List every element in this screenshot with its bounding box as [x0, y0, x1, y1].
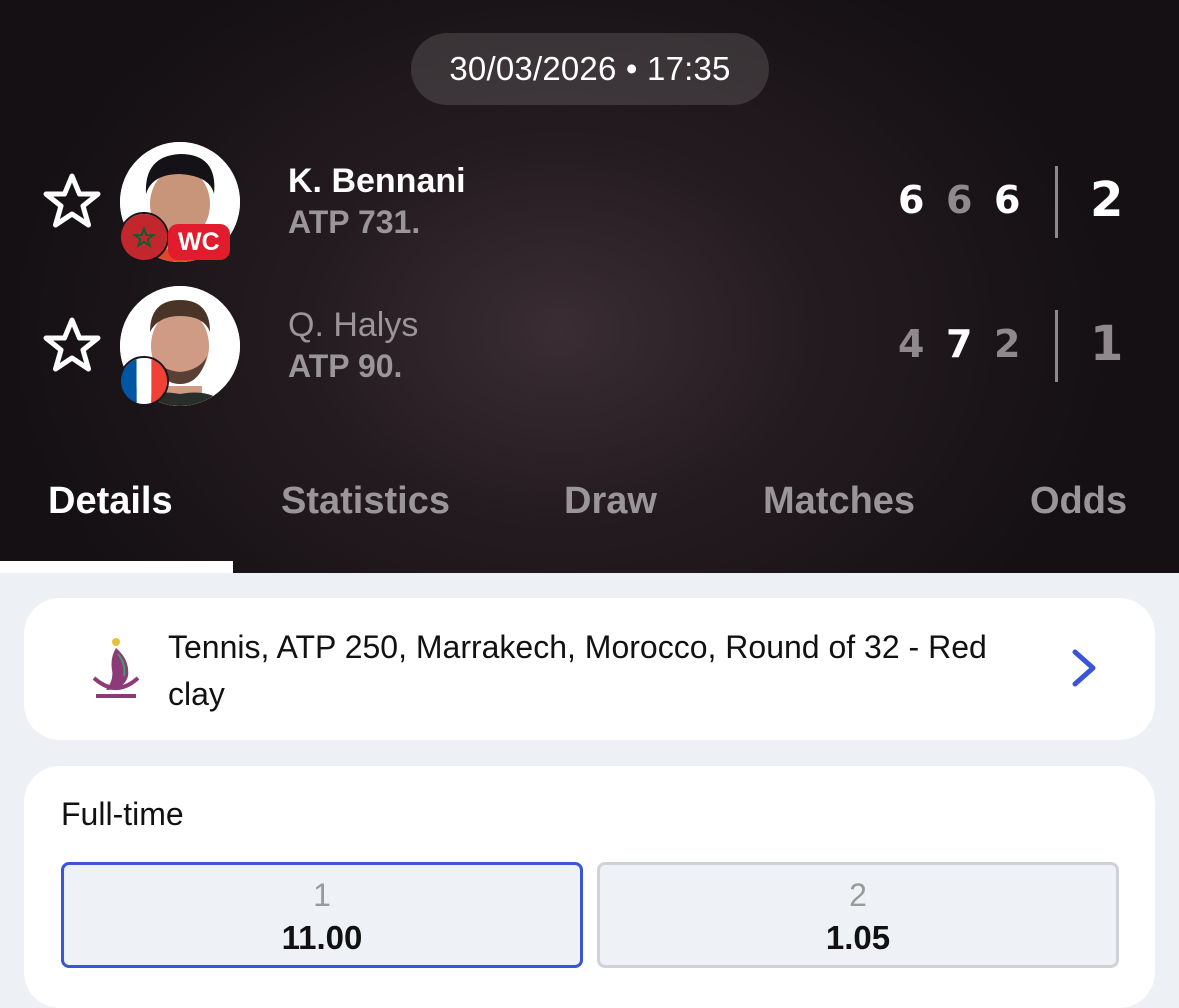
player-2-set-1: 4 — [898, 322, 925, 366]
player-2-set-2: 7 — [946, 322, 973, 366]
player-2-name[interactable]: Q. Halys — [288, 306, 418, 345]
player-1-name[interactable]: K. Bennani — [288, 162, 466, 201]
player-1-rank: ATP 731. — [288, 204, 421, 240]
tab-matches[interactable]: Matches — [763, 480, 915, 523]
tab-draw[interactable]: Draw — [564, 480, 657, 523]
wildcard-badge: WC — [168, 224, 230, 260]
tournament-logo-icon — [92, 638, 140, 698]
player-1-total: 2 — [1090, 172, 1124, 228]
odds-card: Full-time 1 11.00 2 1.05 — [24, 766, 1155, 1008]
player-row-2: Q. Halys ATP 90. 4 7 2 1 — [0, 278, 1179, 418]
active-tab-indicator — [0, 561, 233, 573]
odds-option-1[interactable]: 1 11.00 — [61, 862, 583, 968]
match-header: 30/03/2026 • 17:35 WC K. Bennani ATP 731… — [0, 0, 1179, 573]
tab-bar: Details Statistics Draw Matches Odds — [0, 470, 1179, 540]
france-flag-icon — [119, 356, 169, 406]
player-2-set-3: 2 — [994, 322, 1021, 366]
tab-odds[interactable]: Odds — [1030, 480, 1127, 523]
morocco-flag-icon — [119, 212, 169, 262]
score-divider — [1055, 310, 1058, 382]
player-2-total: 1 — [1090, 316, 1124, 372]
tab-details[interactable]: Details — [48, 480, 173, 523]
odds-option-value: 1.05 — [825, 919, 891, 956]
odds-option-2[interactable]: 2 1.05 — [597, 862, 1119, 968]
player-1-set-3: 6 — [994, 178, 1021, 222]
odds-title: Full-time — [61, 796, 184, 832]
star-outline-icon[interactable] — [40, 170, 104, 234]
odds-option-value: 11.00 — [281, 919, 363, 956]
player-1-set-2: 6 — [946, 178, 973, 222]
tournament-info: Tennis, ATP 250, Marrakech, Morocco, Rou… — [168, 629, 987, 712]
player-row-1: WC K. Bennani ATP 731. 6 6 6 2 — [0, 134, 1179, 274]
tournament-card[interactable]: Tennis, ATP 250, Marrakech, Morocco, Rou… — [24, 598, 1155, 740]
player-1-set-1: 6 — [898, 178, 925, 222]
player-2-rank: ATP 90. — [288, 348, 403, 384]
tab-statistics[interactable]: Statistics — [281, 480, 450, 523]
match-datetime: 30/03/2026 • 17:35 — [411, 33, 769, 105]
odds-option-label: 2 — [849, 877, 867, 913]
score-divider — [1055, 166, 1058, 238]
odds-option-label: 1 — [313, 877, 331, 913]
star-outline-icon[interactable] — [40, 314, 104, 378]
chevron-right-icon[interactable] — [1067, 648, 1101, 688]
